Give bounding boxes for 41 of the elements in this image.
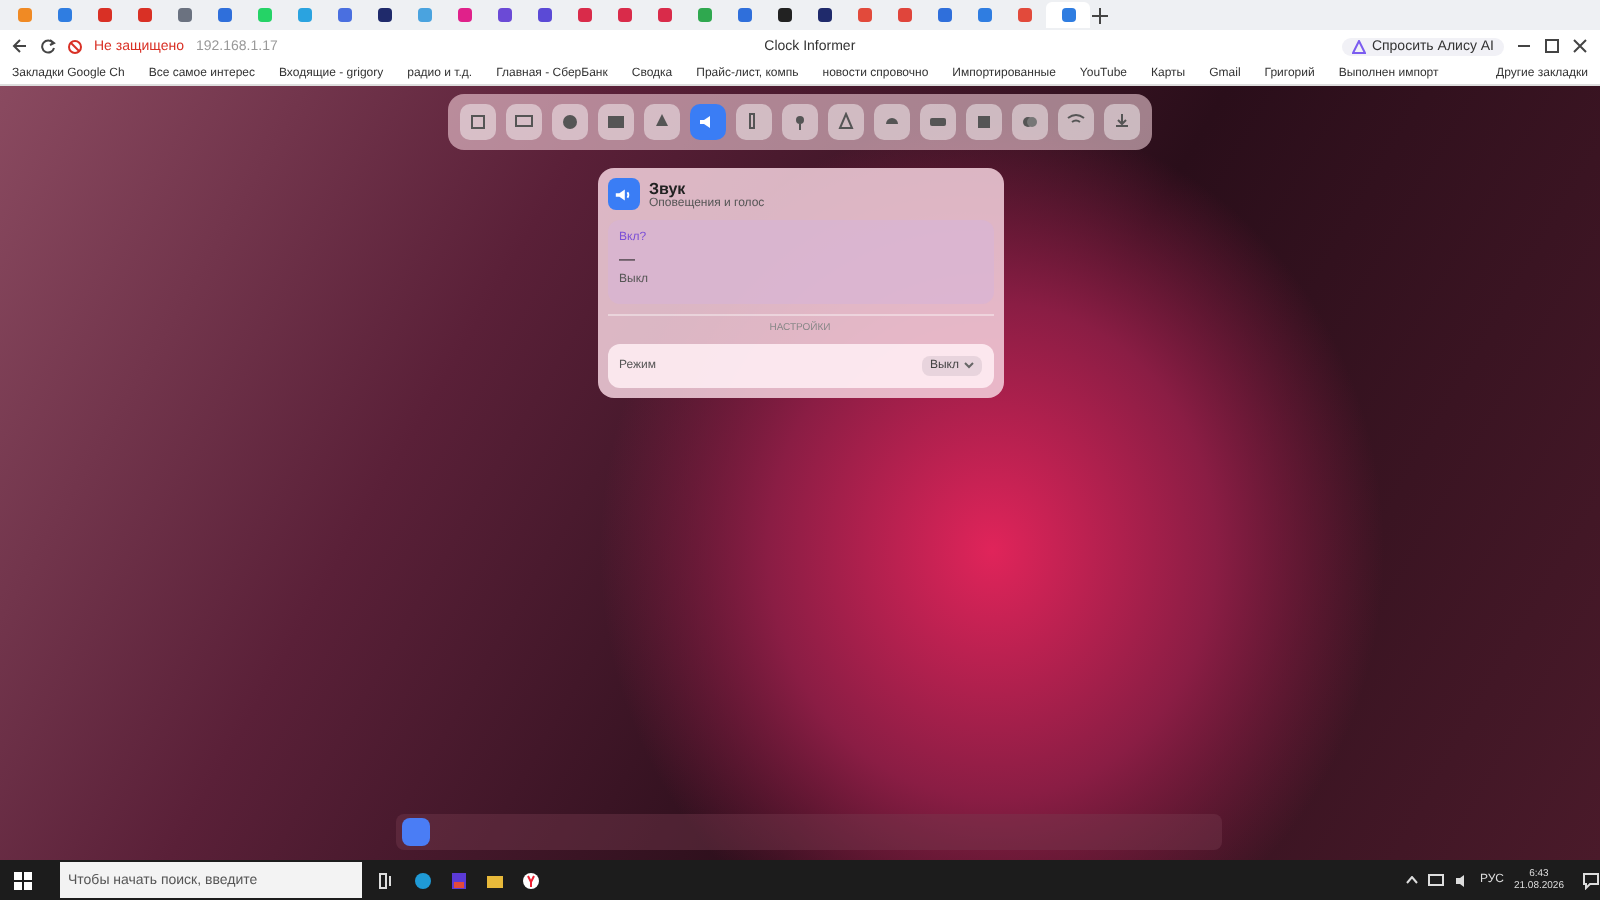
windows-icon[interactable] bbox=[13, 871, 31, 889]
warning-icon bbox=[68, 39, 82, 53]
toolbar-button[interactable] bbox=[828, 104, 864, 140]
toolbar-button[interactable] bbox=[690, 104, 726, 140]
toolbar-button[interactable] bbox=[1058, 104, 1094, 140]
toolbar-button[interactable] bbox=[460, 104, 496, 140]
chevron-up-icon[interactable] bbox=[1405, 876, 1418, 884]
status-value: — bbox=[619, 250, 637, 268]
chevron-down-icon bbox=[963, 362, 973, 370]
toolbar-button[interactable] bbox=[552, 104, 588, 140]
panel-icon bbox=[606, 112, 626, 132]
toolbar-button[interactable] bbox=[782, 104, 818, 140]
new-tab-icon[interactable] bbox=[1092, 7, 1108, 23]
assistant-icon bbox=[1351, 39, 1366, 53]
toolbar-button[interactable] bbox=[966, 104, 1002, 140]
app-icon[interactable] bbox=[402, 818, 430, 846]
card-title: Звук bbox=[649, 179, 686, 197]
toolbar-button[interactable] bbox=[874, 104, 910, 140]
volume-icon[interactable] bbox=[1453, 873, 1470, 887]
toolbar-button[interactable] bbox=[1104, 104, 1140, 140]
maximize-icon[interactable] bbox=[1544, 38, 1560, 54]
back-icon[interactable] bbox=[12, 38, 28, 54]
toolbar-button[interactable] bbox=[598, 104, 634, 140]
monitor-icon bbox=[514, 112, 534, 132]
download-icon bbox=[1112, 112, 1132, 132]
speaker-icon bbox=[607, 178, 639, 210]
toolbar-button[interactable] bbox=[736, 104, 772, 140]
triangle-icon bbox=[836, 112, 856, 132]
network-icon[interactable] bbox=[1427, 873, 1444, 887]
reload-icon[interactable] bbox=[40, 38, 56, 54]
media-app-icon[interactable] bbox=[450, 871, 468, 889]
close-icon[interactable] bbox=[1572, 38, 1588, 54]
toolbar-button[interactable] bbox=[644, 104, 680, 140]
display-icon bbox=[928, 112, 948, 132]
folder-icon[interactable] bbox=[486, 871, 504, 889]
toolbar-button[interactable] bbox=[506, 104, 542, 140]
toolbar-button[interactable] bbox=[920, 104, 956, 140]
notification-icon[interactable] bbox=[1582, 871, 1600, 889]
task-view-icon[interactable] bbox=[378, 871, 396, 889]
toolbar-button[interactable] bbox=[1012, 104, 1048, 140]
yandex-browser-icon[interactable] bbox=[522, 871, 540, 889]
